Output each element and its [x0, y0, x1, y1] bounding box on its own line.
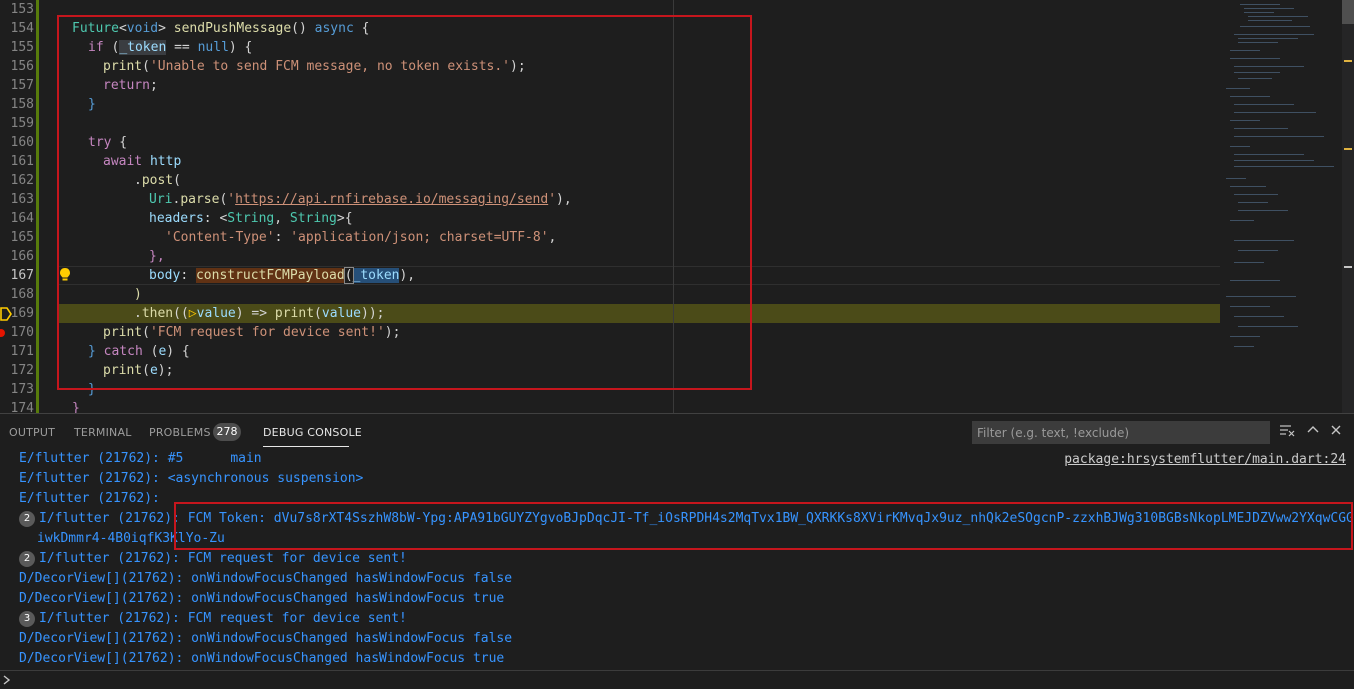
tab-debug-console[interactable]: DEBUG CONSOLE: [263, 426, 362, 439]
console-text: I/flutter (21762): FCM request for devic…: [39, 611, 407, 626]
clear-filter-icon[interactable]: [1278, 423, 1296, 441]
scrollbar-marker: [1344, 266, 1352, 268]
close-icon[interactable]: [1327, 423, 1345, 441]
bottom-panel: OUTPUT TERMINAL PROBLEMS 278 DEBUG CONSO…: [0, 413, 1354, 688]
scrollbar-marker: [1344, 60, 1352, 62]
line-number: 173: [10, 382, 34, 397]
console-text: I/flutter (21762): FCM request for devic…: [39, 551, 407, 566]
debug-stop-arrow-icon[interactable]: [0, 306, 12, 322]
tab-output[interactable]: OUTPUT: [9, 426, 55, 439]
line-number: 154: [10, 21, 34, 36]
breakpoint-icon[interactable]: [0, 328, 6, 338]
console-text: E/flutter (21762): <asynchronous suspens…: [19, 471, 364, 486]
annotation-box-token: [174, 502, 1353, 550]
console-line: D/DecorView[](21762): onWindowFocusChang…: [19, 649, 504, 669]
console-line: D/DecorView[](21762): onWindowFocusChang…: [19, 589, 504, 609]
console-text: D/DecorView[](21762): onWindowFocusChang…: [19, 571, 513, 586]
vertical-scrollbar[interactable]: [1342, 0, 1354, 413]
console-filter-field[interactable]: [972, 421, 1270, 444]
line-number: 165: [10, 230, 34, 245]
scrollbar-thumb[interactable]: [1342, 0, 1354, 24]
line-number: 171: [10, 344, 34, 359]
console-text: E/flutter (21762):: [19, 491, 160, 506]
console-line: 2 I/flutter (21762): FCM request for devi…: [19, 549, 407, 569]
line-number: 155: [10, 40, 34, 55]
line-number: 168: [10, 287, 34, 302]
console-text: D/DecorView[](21762): onWindowFocusChang…: [19, 631, 513, 646]
console-line: D/DecorView[](21762): onWindowFocusChang…: [19, 629, 512, 649]
line-number: 164: [10, 211, 34, 226]
console-line: E/flutter (21762):: [19, 489, 160, 509]
minimap[interactable]: [1220, 0, 1342, 413]
line-number: 163: [10, 192, 34, 207]
console-line: E/flutter (21762): <asynchronous suspens…: [19, 469, 363, 489]
tab-terminal[interactable]: TERMINAL: [74, 426, 132, 439]
console-text: E/flutter (21762): #5 main: [19, 451, 262, 466]
console-line: E/flutter (21762): #5 main: [19, 449, 262, 469]
console-text: D/DecorView[](21762): onWindowFocusChang…: [19, 591, 505, 606]
line-number: 159: [10, 116, 34, 131]
line-number: 166: [10, 249, 34, 264]
git-modified-bar: [36, 0, 39, 413]
line-number-active: 167: [10, 268, 34, 283]
line-number: 156: [10, 59, 34, 74]
console-line: D/DecorView[](21762): onWindowFocusChang…: [19, 569, 512, 589]
repeat-count-badge: 2: [19, 511, 35, 527]
code-token: }: [72, 401, 80, 413]
problems-count-badge: 278: [213, 423, 241, 441]
source-location-link[interactable]: package:hrsystemflutter/main.dart:24: [1064, 450, 1346, 470]
code-editor[interactable]: 153 154 155 156 157 158 159 160 161 162 …: [0, 0, 1354, 413]
console-text: D/DecorView[](21762): onWindowFocusChang…: [19, 651, 505, 666]
console-prompt-icon: [3, 675, 11, 685]
repeat-count-badge: 2: [19, 551, 35, 567]
console-line: 3 I/flutter (21762): FCM request for devi…: [19, 609, 407, 629]
chevron-up-icon[interactable]: [1304, 423, 1322, 441]
filter-input[interactable]: [973, 422, 1269, 444]
line-number: 158: [10, 97, 34, 112]
active-tab-indicator: [263, 446, 349, 447]
line-number: 174: [10, 401, 34, 413]
code-line-174: }: [72, 399, 80, 413]
tab-problems[interactable]: PROBLEMS: [149, 426, 211, 439]
line-number: 153: [10, 2, 34, 17]
annotation-box-code: [57, 15, 752, 390]
line-number: 157: [10, 78, 34, 93]
repeat-count-badge: 3: [19, 611, 35, 627]
line-number: 161: [10, 154, 34, 169]
scrollbar-marker: [1344, 148, 1352, 150]
line-number: 160: [10, 135, 34, 150]
console-input-row[interactable]: [0, 670, 1354, 689]
line-number: 172: [10, 363, 34, 378]
line-number: 162: [10, 173, 34, 188]
